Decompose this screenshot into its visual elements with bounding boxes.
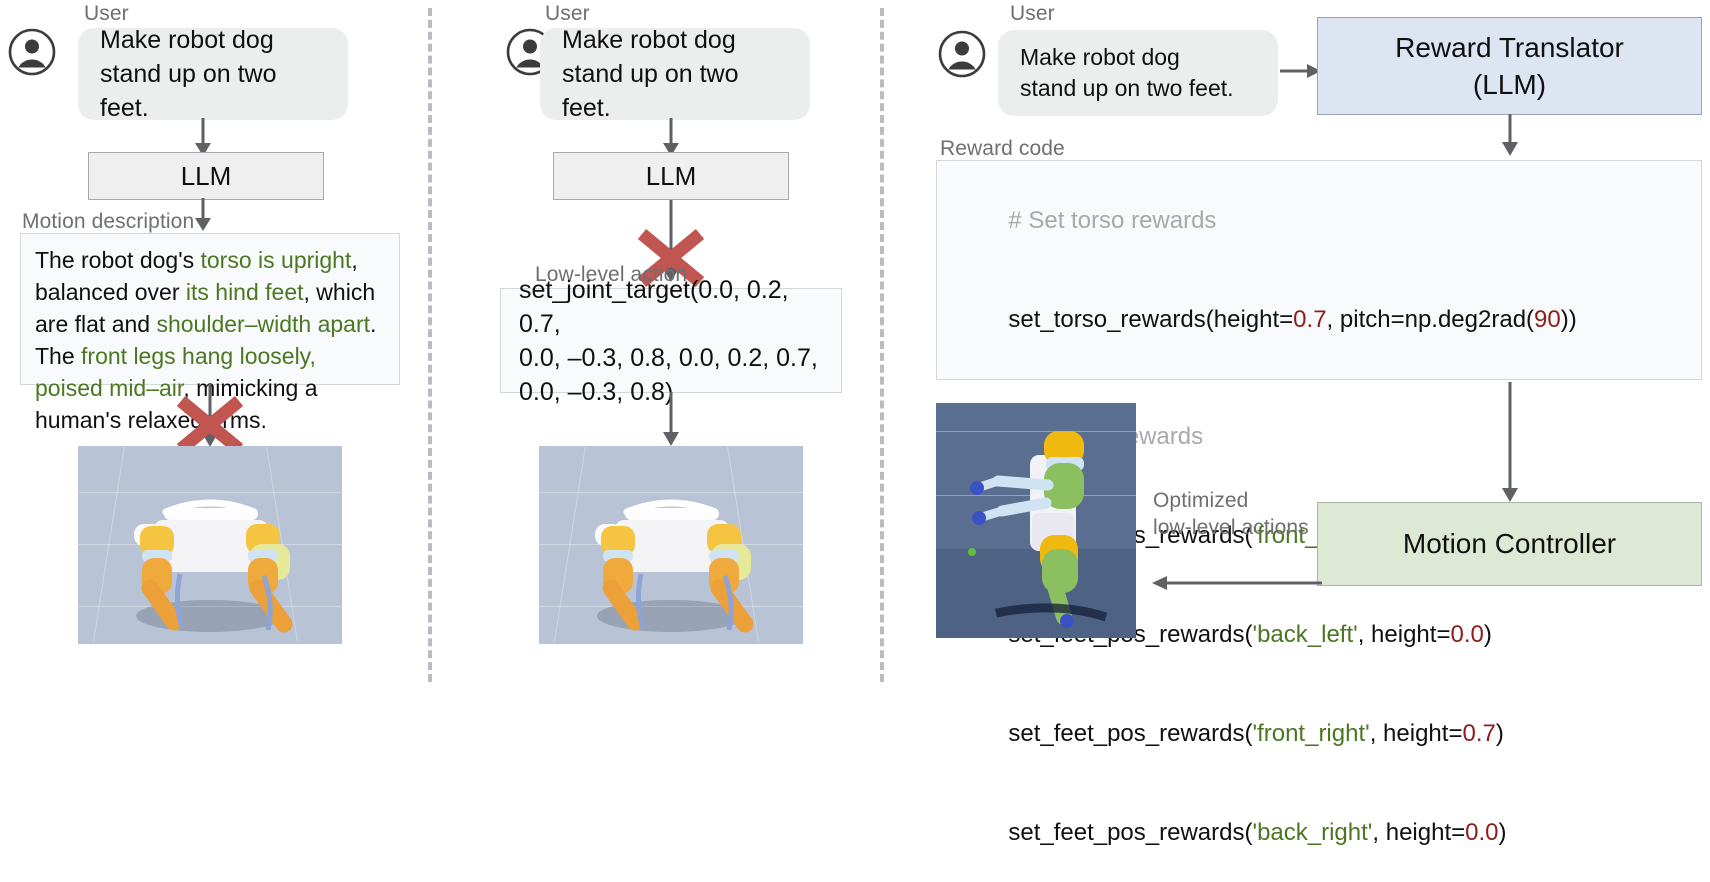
motion-description-box: The robot dog's torso is upright, balanc…: [20, 233, 400, 433]
reward-code-line-blank: [955, 369, 1683, 387]
simulator-image-2: [539, 446, 803, 644]
reward-code-caption: Reward code: [940, 137, 1065, 160]
code-token: ): [1483, 621, 1492, 648]
code-token: 0.7: [1293, 306, 1327, 333]
motion-controller-box: Motion Controller: [1317, 502, 1702, 586]
llm-box-2: LLM: [553, 152, 789, 200]
reward-translator-box: Reward Translator (LLM): [1317, 17, 1702, 115]
user-message-text-3: Make robot dog stand up on two feet.: [1020, 44, 1234, 101]
code-token: )): [1560, 306, 1577, 333]
motion-description-caption: Motion description: [22, 210, 195, 233]
desc-seg-3: its hind feet: [185, 279, 304, 305]
reward-code-line-0: # Set torso rewards: [955, 171, 1683, 270]
reward-code-box: # Set torso rewards set_torso_rewards(he…: [936, 160, 1702, 846]
code-token: , height=: [1372, 819, 1466, 846]
code-token: set_feet_pos_rewards(: [1008, 720, 1253, 747]
user-avatar-icon: [8, 28, 56, 76]
user-avatar-icon-3: [938, 30, 986, 78]
code-token: set_torso_rewards(height=: [1008, 306, 1294, 333]
code-token: 0.0: [1450, 621, 1484, 648]
code-token: , height=: [1357, 621, 1451, 648]
reward-code-line-1: set_torso_rewards(height=0.7, pitch=np.d…: [955, 270, 1683, 369]
user-message-text-2: Make robot dog stand up on two feet.: [562, 26, 739, 122]
robot-dog-quadruped-illustration-2: [595, 499, 754, 633]
llm-box-1: LLM: [88, 152, 324, 200]
code-token: ): [1495, 720, 1504, 747]
desc-seg-5: shoulder–width apart: [156, 311, 370, 337]
code-token: 90: [1534, 306, 1561, 333]
optimized-actions-label: Optimized low-level actions: [1153, 489, 1309, 539]
desc-seg-0: The robot dog's: [35, 247, 201, 273]
user-message-bubble-3: Make robot dog stand up on two feet.: [998, 30, 1278, 116]
simulator-image-3: [936, 403, 1136, 638]
low-level-action-box: set_joint_target(0.0, 0.2, 0.7, 0.0, –0.…: [500, 276, 842, 406]
user-message-text-1: Make robot dog stand up on two feet.: [100, 26, 277, 122]
robot-dog-bipedal-illustration: [936, 431, 1136, 638]
user-message-bubble-1: Make robot dog stand up on two feet.: [78, 26, 348, 122]
code-token: 0.7: [1462, 720, 1496, 747]
user-message-bubble-2: Make robot dog stand up on two feet.: [540, 26, 810, 122]
code-token: , height=: [1369, 720, 1463, 747]
code-token: set_feet_pos_rewards(: [1008, 819, 1253, 846]
reward-code-line-7: set_feet_pos_rewards('back_right', heigh…: [955, 783, 1683, 882]
panel-divider-2: [880, 8, 884, 682]
desc-seg-1: torso is upright: [200, 247, 352, 273]
panel-divider-1: [428, 8, 432, 682]
llm-box-label-2: LLM: [645, 160, 697, 191]
arrow-translator-to-code: [1502, 114, 1518, 156]
reward-code-line-6: set_feet_pos_rewards('front_right', heig…: [955, 684, 1683, 783]
simulator-image-1: [78, 446, 342, 644]
code-token: # Set torso rewards: [1008, 207, 1217, 234]
code-token: 0.0: [1465, 819, 1499, 846]
arrow-bubble-to-reward-translator: [1280, 64, 1321, 78]
arrow-action-to-sim-2: [663, 392, 679, 446]
robot-dog-quadruped-illustration: [134, 499, 293, 633]
arrow-motion-controller-to-sim: [1152, 576, 1322, 590]
llm-box-label-1: LLM: [180, 160, 232, 191]
code-token: 'back_right': [1252, 819, 1373, 846]
code-token: 'back_left': [1252, 621, 1358, 648]
reward-translator-label: Reward Translator (LLM): [1395, 32, 1624, 100]
low-level-action-code: set_joint_target(0.0, 0.2, 0.7, 0.0, –0.…: [519, 275, 818, 406]
arrow-code-to-motion-controller: [1502, 382, 1518, 502]
motion-controller-label: Motion Controller: [1402, 528, 1617, 559]
code-token: , pitch=np.deg2rad(: [1326, 306, 1535, 333]
code-token: 'front_right': [1252, 720, 1370, 747]
user-label-3: User: [1010, 2, 1055, 25]
figure-canvas: User Make robot dog stand up on two feet…: [0, 0, 1710, 846]
code-token: ): [1498, 819, 1507, 846]
